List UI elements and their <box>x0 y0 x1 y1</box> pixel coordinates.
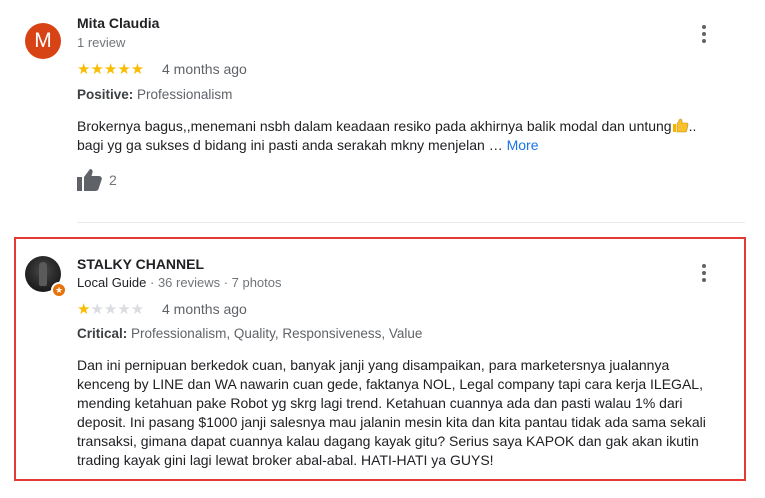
review-card: ★ STALKY CHANNEL Local Guide · 36 review… <box>0 237 765 481</box>
star-filled: ★ <box>77 301 91 318</box>
attribute-label: Positive: <box>77 87 134 102</box>
review-text: Dan ini pernipuan berkedok cuan, banyak … <box>77 356 742 470</box>
review-text-line: kenceng by LINE dan WA nawarin cuan gede… <box>77 376 703 392</box>
like-count: 2 <box>109 172 117 188</box>
attribute-label: Critical: <box>77 326 128 341</box>
reviewer-name[interactable]: STALKY CHANNEL <box>77 256 204 272</box>
reviewer-meta: Local Guide · 36 reviews · 7 photos <box>77 275 282 290</box>
review-text-tail: .. <box>688 118 697 134</box>
attribute-values: Professionalism <box>137 87 233 102</box>
star-empty: ★★★★ <box>90 301 145 318</box>
more-vert-icon[interactable] <box>694 261 714 285</box>
review-text-line: Dan ini pernipuan berkedok cuan, banyak … <box>77 357 670 373</box>
review-date: 4 months ago <box>162 61 247 77</box>
review-attributes: Positive: Professionalism <box>77 87 232 102</box>
more-link[interactable]: More <box>507 137 539 153</box>
review-card: M Mita Claudia 1 review ★★★★★ 4 months a… <box>0 0 765 222</box>
review-date: 4 months ago <box>162 301 247 317</box>
attribute-values: Professionalism, Quality, Responsiveness… <box>131 326 423 341</box>
reviewer-name[interactable]: Mita Claudia <box>77 15 159 31</box>
review-text: Brokernya bagus,,menemani nsbh dalam kea… <box>77 117 737 155</box>
thumbs-up-emoji-icon <box>672 118 688 133</box>
avatar-initial: M <box>34 29 52 52</box>
review-text-line: transaksi, gimana dapat cuannya kalau da… <box>77 433 699 449</box>
review-text-line: deposit. Ini pasang $1000 janji salesnya… <box>77 414 706 430</box>
review-text-line: bagi yg ga sukses d bidang ini pasti and… <box>77 137 503 153</box>
star-rating: ★★★★★ <box>77 61 145 78</box>
avatar[interactable]: M <box>25 23 61 59</box>
local-guide-star-icon: ★ <box>51 282 67 298</box>
star-rating: ★★★★★ <box>77 300 144 318</box>
more-vert-icon[interactable] <box>694 22 714 46</box>
local-guide-label: Local Guide <box>77 275 147 290</box>
review-attributes: Critical: Professionalism, Quality, Resp… <box>77 326 422 341</box>
like-button[interactable]: 2 <box>77 168 117 192</box>
thumb-up-icon <box>77 169 102 191</box>
review-divider <box>77 222 745 223</box>
review-text-line: Brokernya bagus,,menemani nsbh dalam kea… <box>77 118 672 134</box>
review-text-line: trading kayak gini lagi lewat broker aba… <box>77 452 494 468</box>
reviewer-meta: 1 review <box>77 35 126 50</box>
review-text-line: mending ketahuan pake Robot yg skrg lagi… <box>77 395 683 411</box>
reviewer-stats: · 36 reviews · 7 photos <box>146 275 282 290</box>
